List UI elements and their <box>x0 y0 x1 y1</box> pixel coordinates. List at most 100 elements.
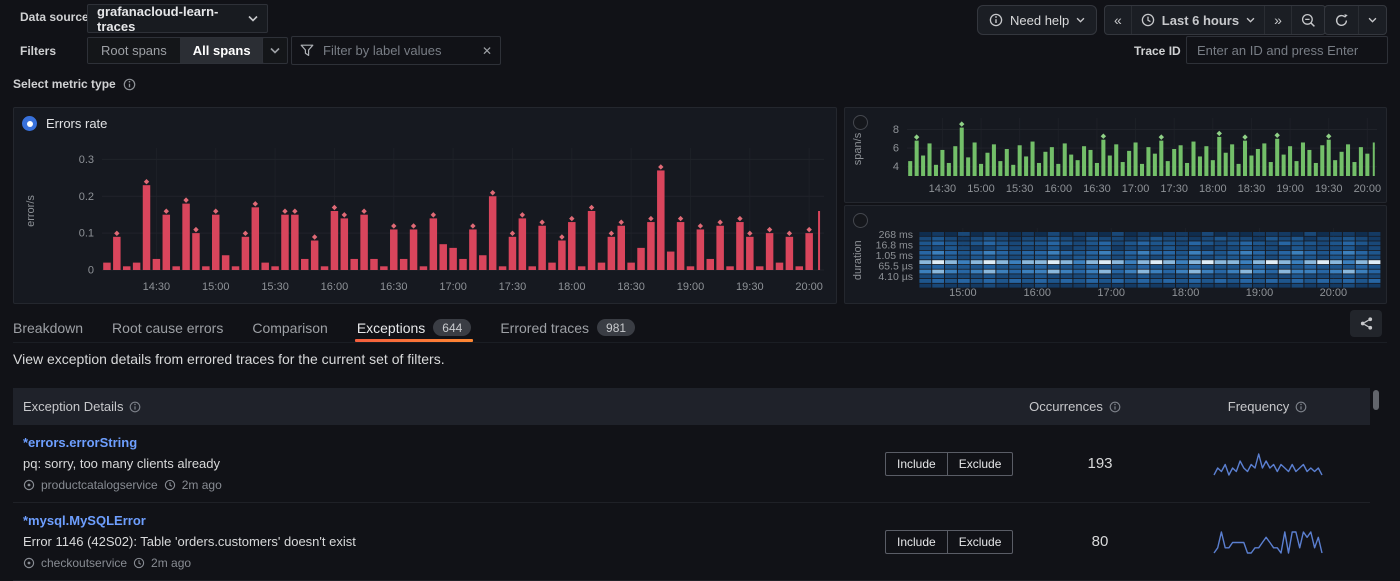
svg-text:14:30: 14:30 <box>143 281 171 293</box>
trace-id-box <box>1186 36 1388 64</box>
svg-text:14:30: 14:30 <box>929 183 957 195</box>
time-zoom-out-button[interactable] <box>1291 6 1325 34</box>
svg-text:duration: duration <box>852 240 864 280</box>
table-row[interactable]: *errors.errorString pq: sorry, too many … <box>13 425 1370 503</box>
spans-rate-panel[interactable]: 14:3015:0015:3016:0016:3017:0017:3018:00… <box>844 107 1387 203</box>
svg-text:4: 4 <box>893 161 899 173</box>
info-circle-icon <box>129 401 141 413</box>
svg-text:16:00: 16:00 <box>321 281 349 293</box>
tab-exceptions[interactable]: Exceptions 644 <box>357 313 472 342</box>
exception-age: 2m ago <box>182 478 222 492</box>
info-circle-icon <box>1109 401 1121 413</box>
zoom-out-icon <box>1301 13 1316 28</box>
funnel-icon <box>300 44 314 57</box>
double-chevron-left-icon: « <box>1114 13 1122 27</box>
time-range-label: Last 6 hours <box>1162 13 1239 28</box>
duration-panel[interactable]: 15:0016:0017:0018:0019:0020:00268 ms16.8… <box>844 205 1387 304</box>
service-icon <box>23 557 35 569</box>
time-shift-forward-button[interactable]: » <box>1264 6 1291 34</box>
table-header: Exception Details Occurrences Frequency <box>13 388 1370 425</box>
clock-icon <box>1141 13 1155 27</box>
chevron-down-icon <box>1368 17 1377 23</box>
svg-text:18:30: 18:30 <box>1238 183 1266 195</box>
svg-text:17:30: 17:30 <box>1160 183 1188 195</box>
exception-message: pq: sorry, too many clients already <box>23 456 885 471</box>
exclude-button[interactable]: Exclude <box>947 531 1013 553</box>
svg-text:16:30: 16:30 <box>380 281 408 293</box>
share-button[interactable] <box>1350 310 1382 337</box>
include-button[interactable]: Include <box>886 531 947 553</box>
errors-rate-panel[interactable]: Errors rate 14:3015:0015:3016:0016:3017:… <box>13 107 837 304</box>
tab-comparison[interactable]: Comparison <box>252 313 327 342</box>
tab-breakdown[interactable]: Breakdown <box>13 313 83 342</box>
span-scope-toggle: Root spans All spans <box>87 37 265 64</box>
svg-text:20:00: 20:00 <box>795 281 823 293</box>
exception-message: Error 1146 (42S02): Table 'orders.custom… <box>23 534 885 549</box>
select-metric-label: Select metric type <box>13 77 116 91</box>
double-chevron-right-icon: » <box>1274 13 1282 27</box>
time-range-picker[interactable]: Last 6 hours <box>1131 6 1264 34</box>
include-exclude-group: Include Exclude <box>885 530 1013 554</box>
label-filter-box: ✕ <box>291 36 501 65</box>
svg-text:0.2: 0.2 <box>79 191 94 203</box>
exception-title-link[interactable]: *errors.errorString <box>23 435 885 450</box>
refresh-interval-dropdown[interactable] <box>1358 6 1386 34</box>
svg-text:0.3: 0.3 <box>79 154 94 166</box>
tab-errored-traces[interactable]: Errored traces 981 <box>500 313 635 342</box>
service-name: checkoutservice <box>41 556 127 570</box>
tab-bar: Breakdown Root cause errors Comparison E… <box>13 312 1387 343</box>
svg-text:15:00: 15:00 <box>949 287 977 299</box>
exception-title-link[interactable]: *mysql.MySQLError <box>23 513 885 528</box>
scope-all-spans[interactable]: All spans <box>180 38 264 63</box>
exclude-button[interactable]: Exclude <box>947 453 1013 475</box>
refresh-button[interactable] <box>1325 6 1358 34</box>
time-shift-back-button[interactable]: « <box>1105 6 1131 34</box>
clear-filter-icon[interactable]: ✕ <box>482 44 492 58</box>
header-frequency: Frequency <box>1228 399 1289 414</box>
svg-text:6: 6 <box>893 143 899 155</box>
filters-label: Filters <box>20 44 56 58</box>
chevron-down-icon <box>1076 17 1085 23</box>
errors-rate-label: Errors rate <box>46 116 107 131</box>
header-occurrences: Occurrences <box>1029 399 1103 414</box>
active-tab-underline <box>355 339 474 342</box>
tab-root-cause-errors[interactable]: Root cause errors <box>112 313 223 342</box>
scope-dropdown-button[interactable] <box>262 37 288 64</box>
exception-age: 2m ago <box>151 556 191 570</box>
header-exception-details: Exception Details <box>23 399 123 414</box>
svg-text:15:00: 15:00 <box>967 183 995 195</box>
data-source-select[interactable]: grafanacloud-learn-traces <box>87 4 268 33</box>
info-circle-icon <box>1295 401 1307 413</box>
refresh-icon <box>1334 13 1349 28</box>
svg-text:19:30: 19:30 <box>1315 183 1343 195</box>
svg-text:17:00: 17:00 <box>439 281 467 293</box>
service-icon <box>23 479 35 491</box>
svg-text:16:00: 16:00 <box>1045 183 1073 195</box>
scrollbar-thumb[interactable] <box>1373 390 1379 410</box>
trace-id-input[interactable] <box>1195 42 1379 59</box>
clock-icon <box>164 479 176 491</box>
svg-text:15:30: 15:30 <box>261 281 289 293</box>
include-button[interactable]: Include <box>886 453 947 475</box>
table-row[interactable]: *mysql.MySQLError Error 1146 (42S02): Ta… <box>13 503 1370 581</box>
scope-root-spans[interactable]: Root spans <box>88 38 180 63</box>
data-source-label: Data source <box>20 10 89 24</box>
svg-text:18:00: 18:00 <box>1172 287 1200 299</box>
share-icon <box>1359 316 1374 331</box>
include-exclude-group: Include Exclude <box>885 452 1013 476</box>
svg-text:19:00: 19:00 <box>677 281 705 293</box>
spans-rate-chart: 14:3015:0015:3016:0016:3017:0017:3018:00… <box>849 110 1384 202</box>
chevron-down-icon <box>248 15 258 22</box>
svg-text:span/s: span/s <box>852 132 864 165</box>
svg-text:18:00: 18:00 <box>1199 183 1227 195</box>
chevron-down-icon <box>1246 17 1255 23</box>
trace-id-label: Trace ID <box>1134 44 1181 58</box>
svg-text:19:30: 19:30 <box>736 281 764 293</box>
need-help-button[interactable]: Need help <box>977 5 1097 35</box>
label-filter-input[interactable] <box>321 42 475 59</box>
errors-rate-chart: 14:3015:0015:3016:0016:3017:0017:3018:00… <box>20 136 832 300</box>
svg-text:20:00: 20:00 <box>1354 183 1382 195</box>
errors-rate-radio[interactable] <box>22 116 37 131</box>
data-source-value: grafanacloud-learn-traces <box>97 4 248 34</box>
occurrences-count: 193 <box>1035 455 1165 472</box>
